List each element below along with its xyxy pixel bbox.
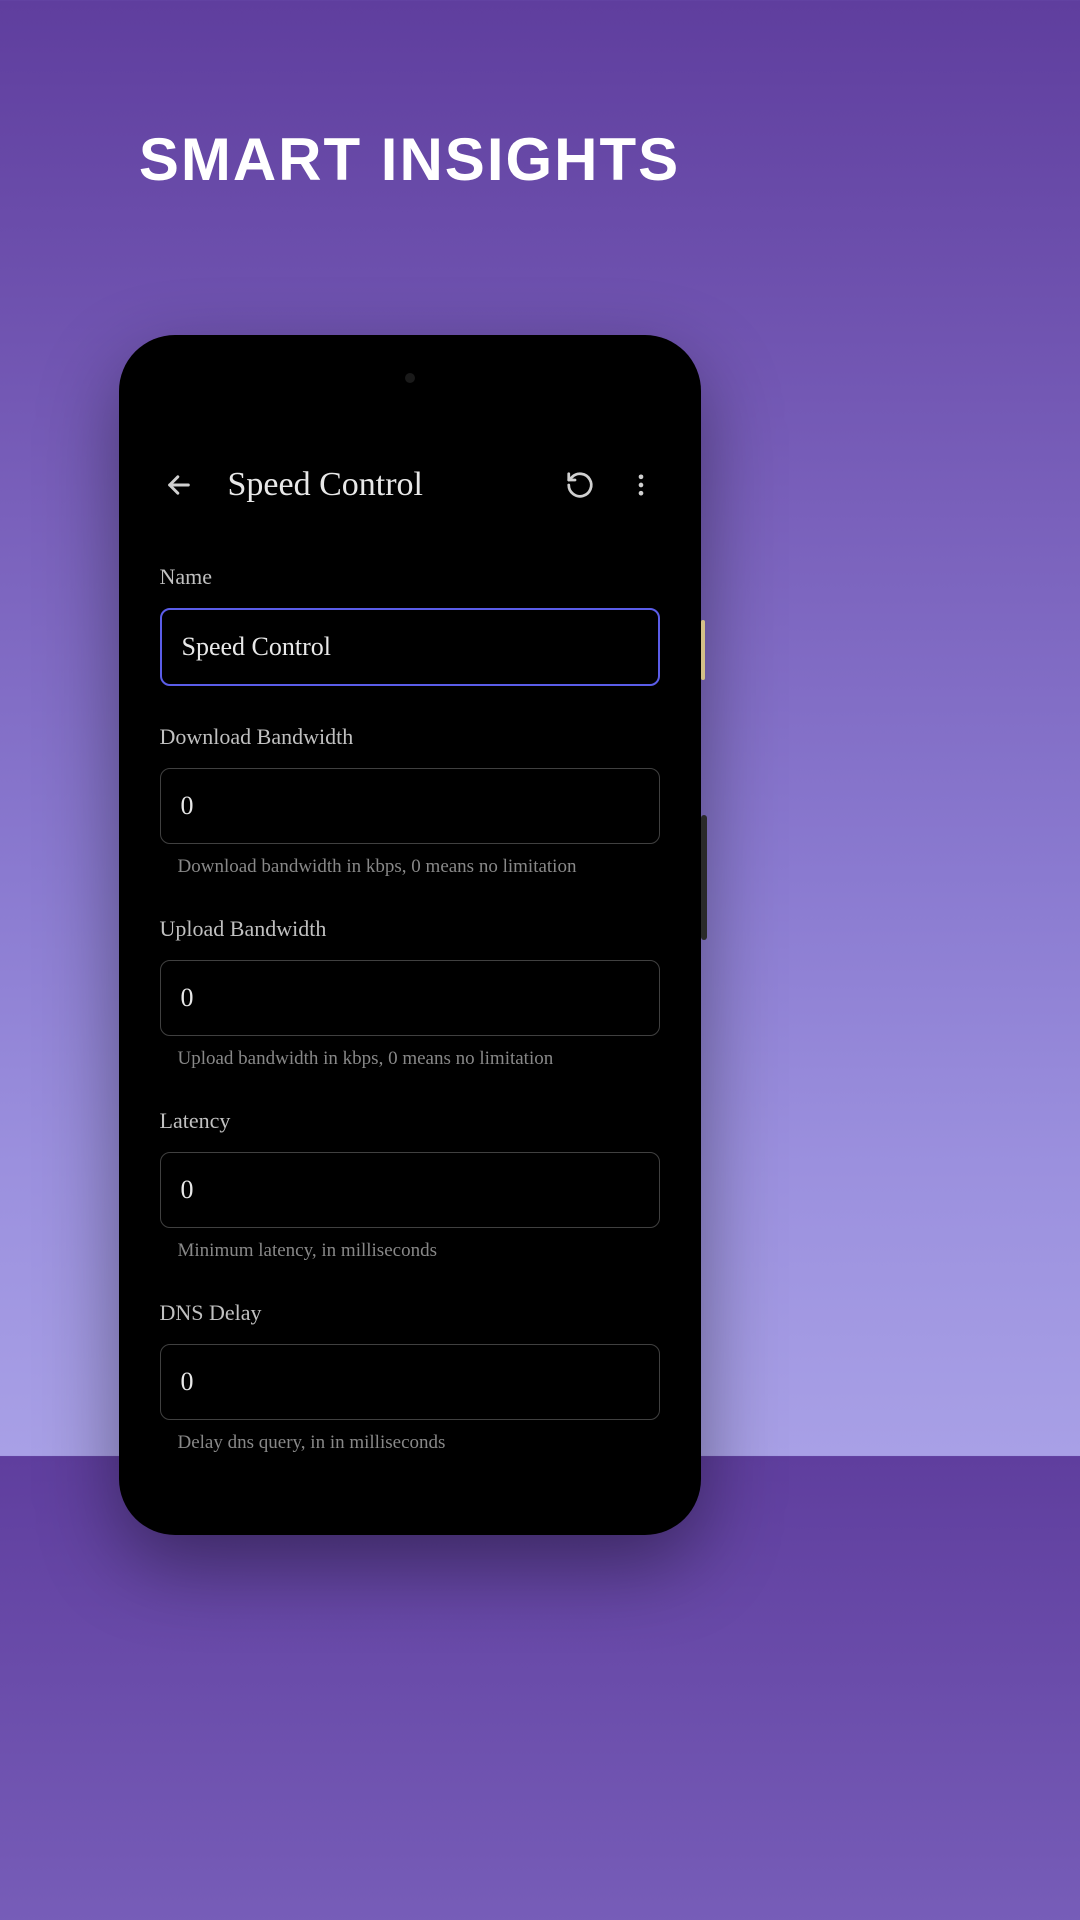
refresh-button[interactable] [565, 470, 595, 500]
app-content: Speed Control [135, 351, 685, 1454]
name-form-group: Name [160, 564, 660, 686]
latency-label: Latency [160, 1108, 660, 1134]
phone-screen: Speed Control [135, 351, 685, 1519]
toolbar-right [565, 470, 655, 500]
upload-label: Upload Bandwidth [160, 916, 660, 942]
app-toolbar: Speed Control [160, 466, 660, 504]
upload-input[interactable] [160, 960, 660, 1036]
dns-delay-form-group: DNS Delay Delay dns query, in in millise… [160, 1300, 660, 1454]
download-input[interactable] [160, 768, 660, 844]
dns-delay-input[interactable] [160, 1344, 660, 1420]
back-button[interactable] [165, 471, 193, 499]
hero-title: SMART INSIGHTS [0, 0, 819, 194]
toolbar-left: Speed Control [165, 466, 423, 504]
name-label: Name [160, 564, 660, 590]
latency-form-group: Latency Minimum latency, in milliseconds [160, 1108, 660, 1262]
dns-delay-hint: Delay dns query, in in milliseconds [160, 1432, 660, 1454]
name-input[interactable] [160, 608, 660, 686]
latency-input[interactable] [160, 1152, 660, 1228]
arrow-left-icon [165, 471, 193, 499]
phone-frame: Speed Control [119, 335, 701, 1535]
phone-power-button [701, 620, 705, 680]
download-form-group: Download Bandwidth Download bandwidth in… [160, 724, 660, 878]
phone-volume-button [701, 815, 707, 940]
latency-hint: Minimum latency, in milliseconds [160, 1240, 660, 1262]
download-label: Download Bandwidth [160, 724, 660, 750]
upload-hint: Upload bandwidth in kbps, 0 means no lim… [160, 1048, 660, 1070]
more-vertical-icon [627, 471, 655, 499]
toolbar-title: Speed Control [228, 466, 423, 504]
phone-camera-dot [405, 373, 415, 383]
dns-delay-label: DNS Delay [160, 1300, 660, 1326]
refresh-icon [565, 470, 595, 500]
download-hint: Download bandwidth in kbps, 0 means no l… [160, 856, 660, 878]
upload-form-group: Upload Bandwidth Upload bandwidth in kbp… [160, 916, 660, 1070]
more-options-button[interactable] [627, 471, 655, 499]
